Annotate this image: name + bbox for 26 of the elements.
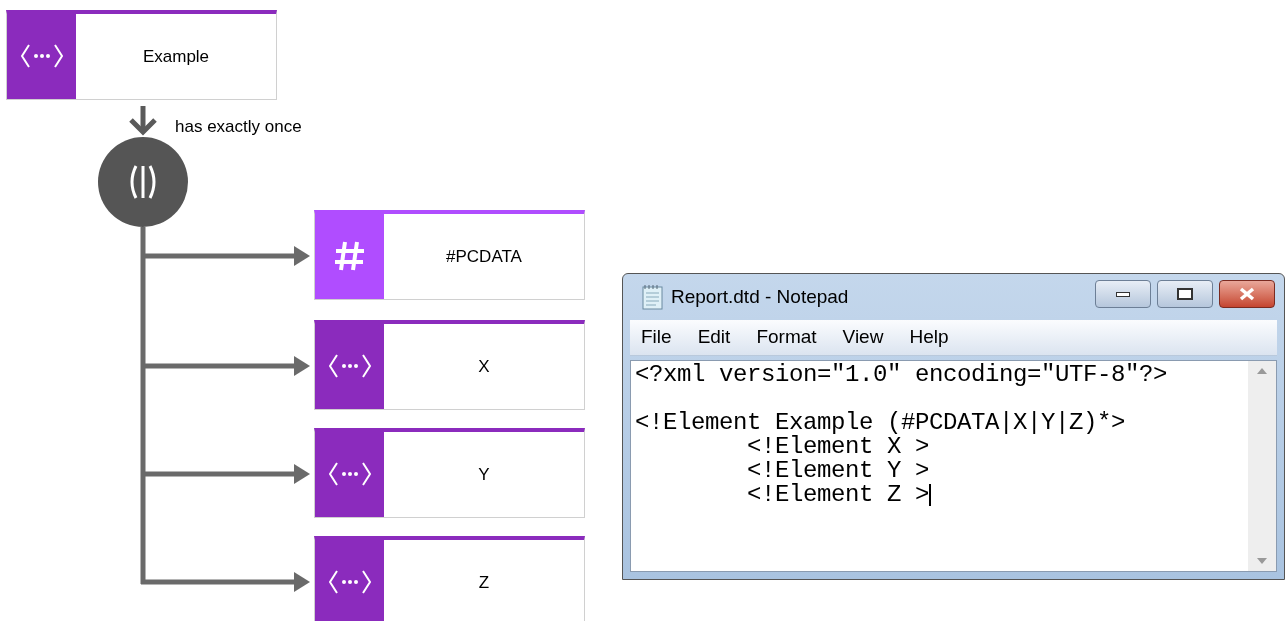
node-label: Y <box>478 463 490 486</box>
notepad-icon <box>642 284 664 310</box>
menu-item[interactable]: Help <box>909 323 949 352</box>
maximize-button[interactable] <box>1157 280 1213 308</box>
close-icon <box>1238 287 1256 301</box>
angle-brackets-icon <box>19 43 64 69</box>
menu-item[interactable]: File <box>641 323 672 352</box>
minimize-button[interactable] <box>1095 280 1151 308</box>
menu-item[interactable]: View <box>842 323 884 352</box>
node-label: Example <box>142 45 210 68</box>
text-cursor <box>929 483 932 506</box>
window-title: Report.dtd - Notepad <box>671 284 849 309</box>
node-label: #PCDATA <box>446 245 522 268</box>
document-text[interactable]: <?xml version="1.0" encoding="UTF-8"?> <!Element Example (#PCDATA|X|Y|Z)*> <!Element X > <!Element Y > <!Element Z > <box>635 363 1248 507</box>
menu-item[interactable]: Edit <box>697 323 731 352</box>
angle-brackets-icon <box>327 461 372 487</box>
connector-label: has exactly once <box>175 116 302 138</box>
minimize-icon <box>1116 291 1130 297</box>
menu-item[interactable]: Format <box>756 323 817 352</box>
down-arrow <box>129 106 157 136</box>
close-button[interactable] <box>1219 280 1275 308</box>
angle-brackets-icon <box>327 569 372 595</box>
node-label: X <box>478 355 490 378</box>
node-label: Z <box>478 571 490 594</box>
angle-brackets-icon <box>327 353 372 379</box>
maximize-icon <box>1177 288 1193 300</box>
